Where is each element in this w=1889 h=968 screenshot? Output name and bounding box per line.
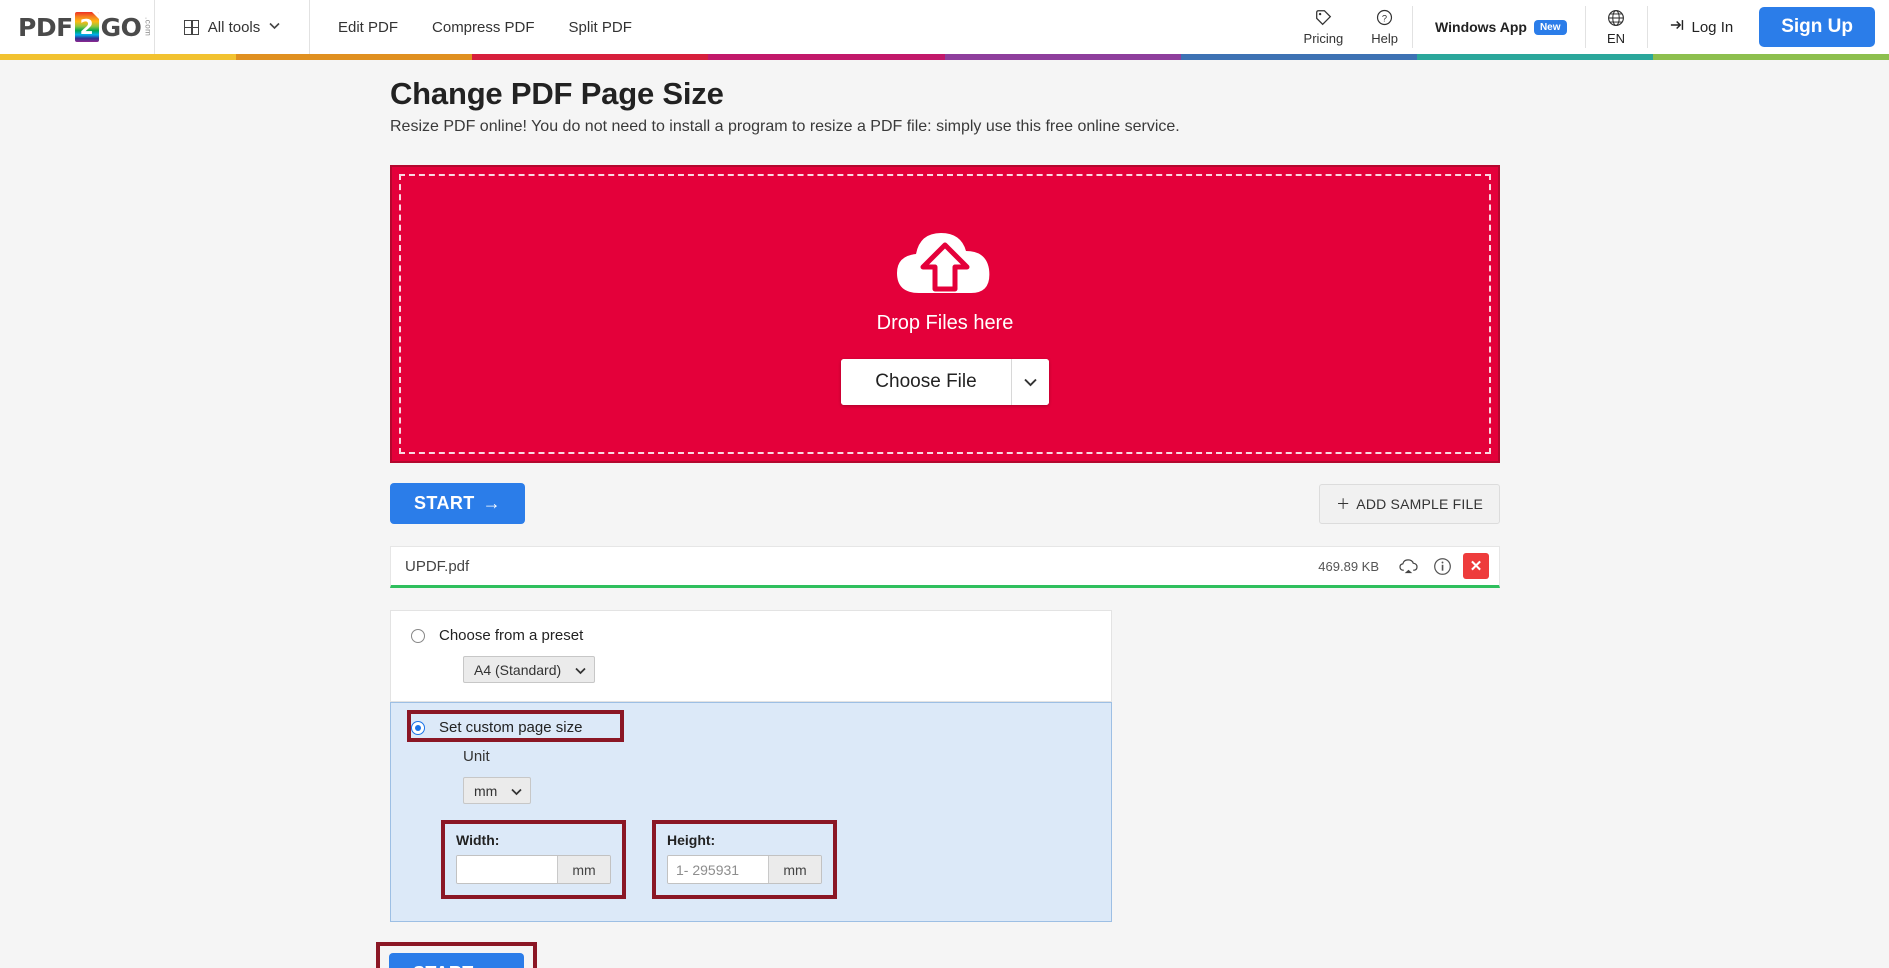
unit-label: Unit [463,748,490,765]
login-label: Log In [1691,18,1734,36]
height-unit-suffix: mm [768,856,821,883]
svg-text:?: ? [1382,13,1387,23]
height-input[interactable] [668,856,768,883]
width-height-row: Width: mm Height: mm [441,820,1091,899]
grid-icon [183,19,199,35]
nav-item-compress-pdf[interactable]: Compress PDF [432,19,535,36]
start-button-bottom[interactable]: START → [389,953,525,968]
logo-domain-suffix: .com [143,17,153,37]
language-selector[interactable]: EN [1586,6,1648,48]
choose-file-button[interactable]: Choose File [841,359,1011,405]
width-input[interactable] [457,856,557,883]
custom-option-block: Set custom page size Unit mm Width: mm H… [390,702,1112,922]
primary-nav: Edit PDF Compress PDF Split PDF [310,0,660,54]
windows-app-label: Windows App [1435,19,1527,35]
signup-button[interactable]: Sign Up [1759,7,1875,47]
custom-option-header[interactable]: Set custom page size [411,719,1091,736]
dropzone-inner: Drop Files here Choose File [841,223,1049,405]
pricing-label: Pricing [1303,30,1344,46]
logo-text-go: GO [100,12,142,42]
login-arrow-icon [1670,18,1686,36]
windows-app-link[interactable]: Windows App New [1412,6,1586,48]
chevron-down-icon [511,783,522,799]
file-dropzone[interactable]: Drop Files here Choose File [390,165,1500,463]
bottom-start-highlight: START → [376,942,538,968]
pricing-link[interactable]: Pricing [1290,0,1358,54]
unit-select-value: mm [474,782,498,799]
login-link[interactable]: Log In [1648,0,1756,54]
all-tools-menu[interactable]: All tools [155,0,310,54]
width-input-wrap: mm [456,855,611,884]
header-spacer [660,0,1290,54]
width-unit-suffix: mm [557,856,610,883]
question-circle-icon: ? [1376,9,1393,29]
logo-square-icon: 2 [74,12,99,42]
file-name: UPDF.pdf [405,557,470,575]
start-button-top-label: START [414,493,475,513]
cloud-upload-icon [891,223,999,306]
content-inner: Change PDF Page Size Resize PDF online! … [376,76,1500,968]
height-label: Height: [667,832,716,848]
all-tools-label: All tools [207,18,261,36]
new-badge: New [1533,19,1567,35]
language-label: EN [1606,30,1626,46]
add-sample-file-label: ADD SAMPLE FILE [1356,495,1483,512]
page-title: Change PDF Page Size [390,76,724,111]
help-label: Help [1371,30,1399,46]
add-sample-file-button[interactable]: ＋ ADD SAMPLE FILE [1319,483,1500,524]
dropzone-text: Drop Files here [876,312,1014,334]
height-input-wrap: mm [667,855,822,884]
uploaded-file-row: UPDF.pdf 469.89 KB ✕ [390,546,1500,588]
file-size: 469.89 KB [1318,558,1379,574]
info-icon[interactable] [1429,553,1455,579]
logo[interactable]: PDF 2 GO .com [0,0,155,54]
action-row: START → ＋ ADD SAMPLE FILE [390,483,1500,524]
height-group: Height: mm [652,820,837,899]
help-link[interactable]: ? Help [1357,0,1412,54]
choose-file-dropdown-toggle[interactable] [1010,359,1049,405]
preset-radio[interactable] [411,628,425,643]
unit-select[interactable]: mm [463,777,532,804]
choose-file-group: Choose File [841,359,1049,405]
preset-option-header[interactable]: Choose from a preset [411,627,1091,644]
nav-item-edit-pdf[interactable]: Edit PDF [338,19,398,36]
logo-square-number: 2 [79,15,94,39]
preset-select-value: A4 (Standard) [474,661,562,678]
logo-text-pdf: PDF [18,12,73,42]
custom-radio[interactable] [411,720,425,735]
page-content: Change PDF Page Size Resize PDF online! … [0,60,1889,968]
preset-label: Choose from a preset [439,627,584,644]
nav-item-split-pdf[interactable]: Split PDF [569,19,632,36]
plus-icon: ＋ [1336,495,1351,512]
arrow-right-icon: → [482,493,502,513]
start-button-bottom-label: START [413,963,474,968]
chevron-down-icon [575,662,586,678]
custom-label: Set custom page size [439,719,583,736]
arrow-right-icon: → [482,963,500,968]
globe-icon [1607,9,1625,30]
cloud-save-icon[interactable] [1395,553,1421,579]
preset-option-block: Choose from a preset A4 (Standard) [390,610,1112,702]
site-header: PDF 2 GO .com All tools Edit PDF Compres… [0,0,1889,54]
page-size-options: Choose from a preset A4 (Standard) Set c… [376,610,1112,968]
preset-select[interactable]: A4 (Standard) [463,656,596,683]
chevron-down-icon [269,21,280,33]
start-button-top[interactable]: START → [390,483,526,524]
page-subtitle: Resize PDF online! You do not need to in… [390,118,1180,135]
tag-icon [1315,9,1332,29]
width-label: Width: [456,832,500,848]
remove-file-button[interactable]: ✕ [1463,553,1489,579]
width-group: Width: mm [441,820,626,899]
